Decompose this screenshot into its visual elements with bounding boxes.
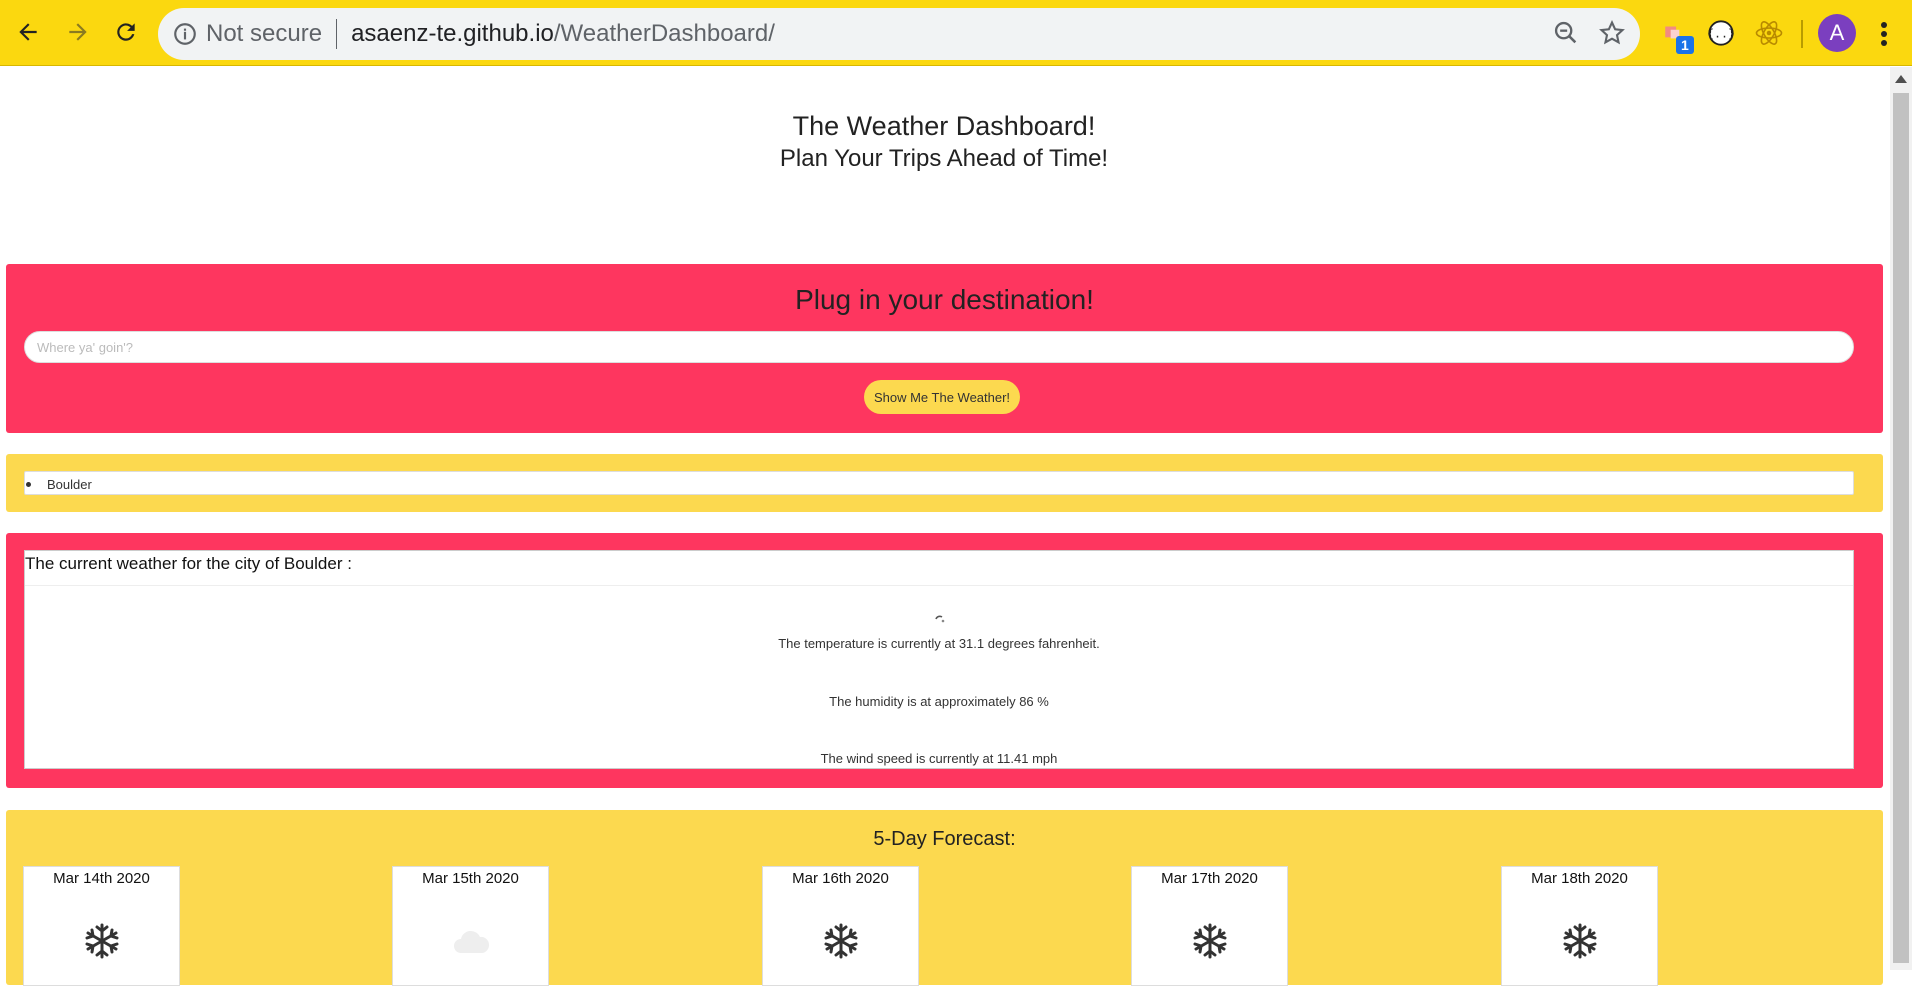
bookmark-star-icon[interactable] (1598, 19, 1626, 47)
zoom-icon[interactable] (1552, 19, 1580, 47)
page-subtitle: Plan Your Trips Ahead of Time! (779, 145, 1109, 172)
bullet-icon (26, 481, 31, 487)
page-content: The Weather Dashboard! Plan Your Trips A… (0, 67, 1890, 986)
snowflake-icon (1193, 923, 1227, 959)
forecast-card: Mar 18th 2020 (1501, 866, 1658, 986)
forecast-card: Mar 15th 2020 (392, 866, 549, 986)
show-weather-button[interactable]: Show Me The Weather! (864, 380, 1020, 414)
forecast-date: Mar 16th 2020 (792, 870, 889, 887)
search-history-panel: Boulder (6, 454, 1883, 512)
snowflake-icon (824, 923, 858, 959)
snowflake-icon (85, 923, 119, 959)
current-weather-heading: The current weather for the city of Boul… (25, 551, 1853, 586)
json-braces-icon: {..} (1707, 20, 1735, 46)
forecast-panel: 5-Day Forecast: Mar 14th 2020 Mar 15th 2… (6, 810, 1883, 986)
security-label: Not secure (206, 20, 323, 47)
forward-arrow-icon (69, 23, 87, 41)
snowflake-icon (1563, 923, 1597, 959)
omnibox-actions (1552, 19, 1626, 47)
forecast-card: Mar 14th 2020 (23, 866, 180, 986)
url-host: asaenz-te.github.io (351, 20, 554, 47)
url-path: /WeatherDashboard/ (553, 20, 775, 47)
reload-icon (117, 23, 135, 41)
scroll-up-arrow-icon[interactable] (1895, 75, 1907, 83)
loading-icon (935, 615, 945, 623)
react-devtools-button[interactable] (1752, 16, 1786, 50)
scrollbar-thumb[interactable] (1893, 93, 1909, 963)
search-history-list: Boulder (24, 471, 1854, 495)
page-title: The Weather Dashboard! (792, 111, 1096, 141)
search-panel: Plug in your destination! Show Me The We… (6, 264, 1883, 433)
back-arrow-icon (19, 23, 37, 41)
react-atom-icon (1755, 21, 1783, 45)
forecast-date: Mar 18th 2020 (1531, 870, 1628, 887)
extension-badge: 1 (1676, 36, 1694, 54)
history-item-boulder[interactable]: Boulder (25, 474, 92, 494)
forecast-title: 5-Day Forecast: (873, 828, 1016, 850)
info-icon[interactable] (172, 21, 198, 47)
address-bar[interactable]: Not secure asaenz-te.github.io/WeatherDa… (158, 8, 1640, 60)
search-title: Plug in your destination! (795, 284, 1094, 315)
humidity-text: The humidity is at approximately 86 % (829, 694, 1049, 709)
back-button[interactable] (10, 14, 46, 50)
forecast-date: Mar 14th 2020 (53, 870, 150, 887)
history-item-label: Boulder (47, 476, 92, 492)
toolbar-divider (1801, 20, 1803, 48)
json-extension-button[interactable]: {..} (1704, 16, 1738, 50)
browser-toolbar: Not secure asaenz-te.github.io/WeatherDa… (0, 0, 1912, 66)
url-text[interactable]: asaenz-te.github.io/WeatherDashboard/ (351, 20, 775, 48)
forecast-date: Mar 15th 2020 (422, 870, 519, 887)
current-weather-card: The current weather for the city of Boul… (24, 550, 1854, 769)
page-scrollbar[interactable] (1890, 67, 1912, 970)
extension-button[interactable]: 1 (1658, 16, 1694, 54)
omnibox-divider (336, 19, 338, 49)
temperature-text: The temperature is currently at 31.1 deg… (778, 636, 1100, 651)
profile-avatar[interactable]: A (1818, 14, 1856, 52)
svg-text:{..}: {..} (1707, 27, 1735, 41)
wind-speed-text: The wind speed is currently at 11.41 mph (820, 751, 1058, 766)
forward-button[interactable] (60, 14, 96, 50)
destination-search-input[interactable] (24, 331, 1854, 363)
menu-kebab-icon[interactable] (1872, 18, 1896, 50)
forecast-card: Mar 16th 2020 (762, 866, 919, 986)
cloud-icon (454, 930, 490, 953)
current-weather-panel: The current weather for the city of Boul… (6, 533, 1883, 788)
forecast-card: Mar 17th 2020 (1131, 866, 1288, 986)
reload-button[interactable] (108, 14, 144, 50)
forecast-date: Mar 17th 2020 (1161, 870, 1258, 887)
